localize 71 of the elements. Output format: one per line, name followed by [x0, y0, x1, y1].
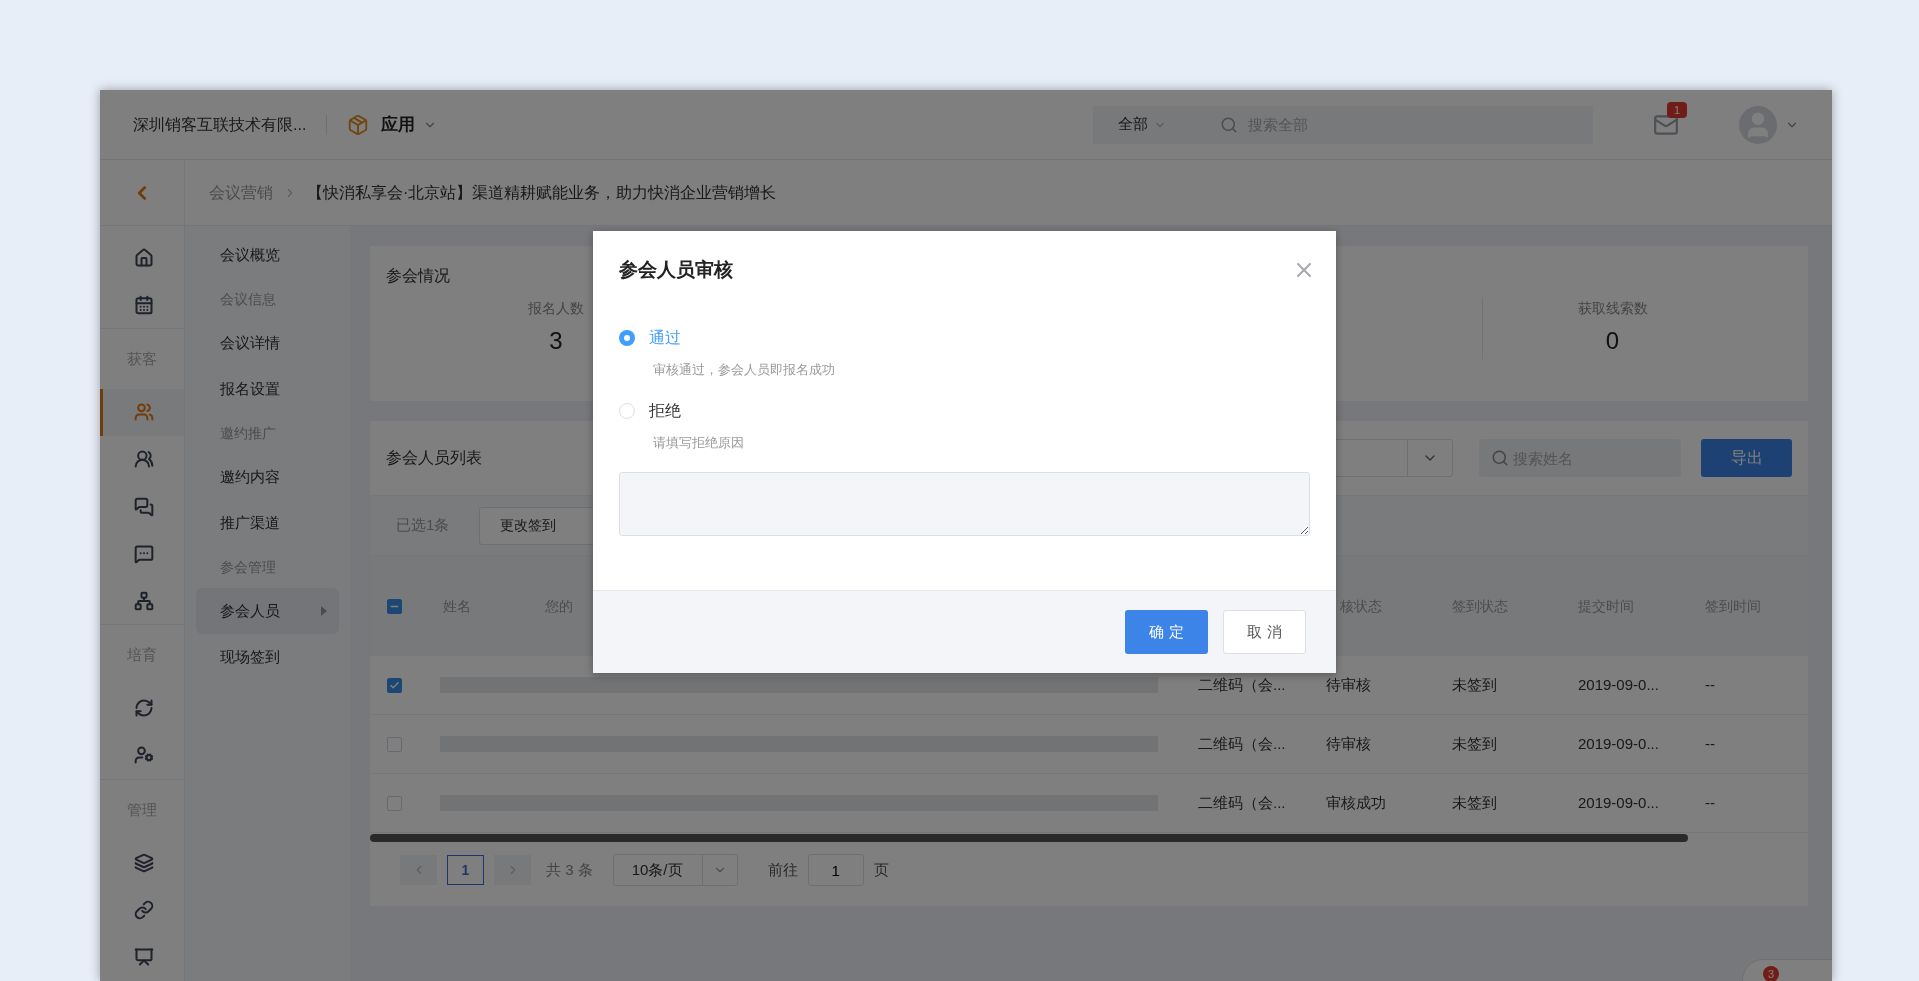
menu-item[interactable]: 参会人员 [196, 588, 339, 634]
breadcrumb-current: 【快消私享会·北京站】渠道精耕赋能业务，助力快消企业营销增长 [307, 182, 777, 203]
goto-page-field[interactable]: 1 [807, 854, 864, 886]
calendar-icon [133, 294, 154, 315]
cycle-icon [133, 698, 154, 719]
menu-item[interactable]: 推广渠道 [196, 500, 339, 546]
message-icon [133, 543, 154, 564]
user-gear-icon [133, 745, 154, 766]
option-hint: 审核通过，参会人员即报名成功 [653, 361, 836, 379]
table-cell-text: 2019-09-0... [1577, 792, 1660, 813]
home-icon [133, 247, 154, 268]
chat-badge: 3 [1763, 966, 1779, 981]
stat-value: 0 [1605, 326, 1620, 356]
menu-item[interactable]: 报名设置 [196, 366, 339, 412]
total-count: 共 3 条 [546, 859, 593, 880]
link-icon [133, 900, 154, 921]
team-icon [133, 449, 154, 470]
chat-widget[interactable]: 3 [1742, 959, 1832, 981]
menu-item[interactable]: 现场签到 [196, 634, 339, 680]
table-cell-text: -- [1704, 674, 1716, 695]
export-button[interactable]: 导出 [1701, 439, 1792, 477]
page-button[interactable]: 1 [447, 855, 484, 885]
radio-option[interactable]: 拒绝 [619, 398, 1310, 423]
table-cell-text: 审核成功 [1325, 792, 1387, 813]
table-cell-text: -- [1704, 733, 1716, 754]
scope-dropdown[interactable]: 全部 [1093, 105, 1176, 144]
check-icon [388, 679, 400, 691]
table-cell-text: 未签到 [1451, 674, 1498, 695]
box-icon [347, 113, 370, 136]
chat-bubbles-icon [133, 496, 154, 517]
org-chart-icon [133, 590, 154, 611]
layers-icon [133, 853, 154, 874]
notification-badge: 1 [1667, 101, 1688, 118]
company-name: 深圳销客互联技术有限... [133, 114, 307, 135]
table-cell-text: 待审核 [1325, 674, 1372, 695]
stat-value: 3 [549, 326, 563, 356]
menu-item[interactable]: 邀约内容 [196, 454, 339, 500]
card-title: 参会人员列表 [386, 448, 482, 468]
group-icon [133, 402, 154, 423]
caret-icon [321, 606, 327, 616]
card-title: 参会情况 [386, 267, 450, 284]
select-all-checkbox[interactable] [386, 598, 402, 614]
table-cell-text: 2019-09-0... [1577, 733, 1660, 754]
app-menu[interactable]: 应用 [381, 111, 416, 138]
reason-field[interactable] [619, 472, 1310, 536]
stat-label: 获取线索数 [1577, 299, 1648, 318]
table-cell-text: 二维码（会... [1197, 674, 1287, 695]
cancel-button[interactable]: 取 消 [1223, 610, 1306, 654]
search-icon [1220, 115, 1238, 134]
table-cell-text: 未签到 [1451, 733, 1498, 754]
dialog-title: 参会人员审核 [619, 257, 733, 282]
checkbox[interactable] [386, 677, 402, 693]
menu-item[interactable]: 会议详情 [196, 320, 339, 366]
menu-item[interactable]: 会议概览 [196, 232, 339, 278]
radio-option[interactable]: 通过 [619, 326, 1310, 350]
rail-item[interactable] [100, 388, 184, 436]
stat-label: 报名人数 [528, 299, 584, 318]
goto-suffix: 页 [873, 859, 889, 880]
horizontal-scrollbar[interactable] [370, 834, 1688, 842]
page-size-dropdown[interactable]: 10条/页 [612, 854, 738, 886]
table-cell-text: 2019-09-0... [1577, 674, 1660, 695]
search-icon [1491, 449, 1509, 467]
table-cell-text: 二维码（会... [1197, 733, 1287, 754]
table-cell-text: 二维码（会... [1197, 792, 1287, 813]
confirm-button[interactable]: 确 定 [1125, 610, 1208, 654]
goto-label: 前往 [767, 859, 798, 880]
table-cell-text: 待审核 [1325, 733, 1372, 754]
option-hint: 请填写拒绝原因 [653, 433, 745, 452]
presentation-icon [133, 947, 154, 968]
table-cell-text: -- [1704, 792, 1716, 813]
table-cell-text: 未签到 [1451, 792, 1498, 813]
